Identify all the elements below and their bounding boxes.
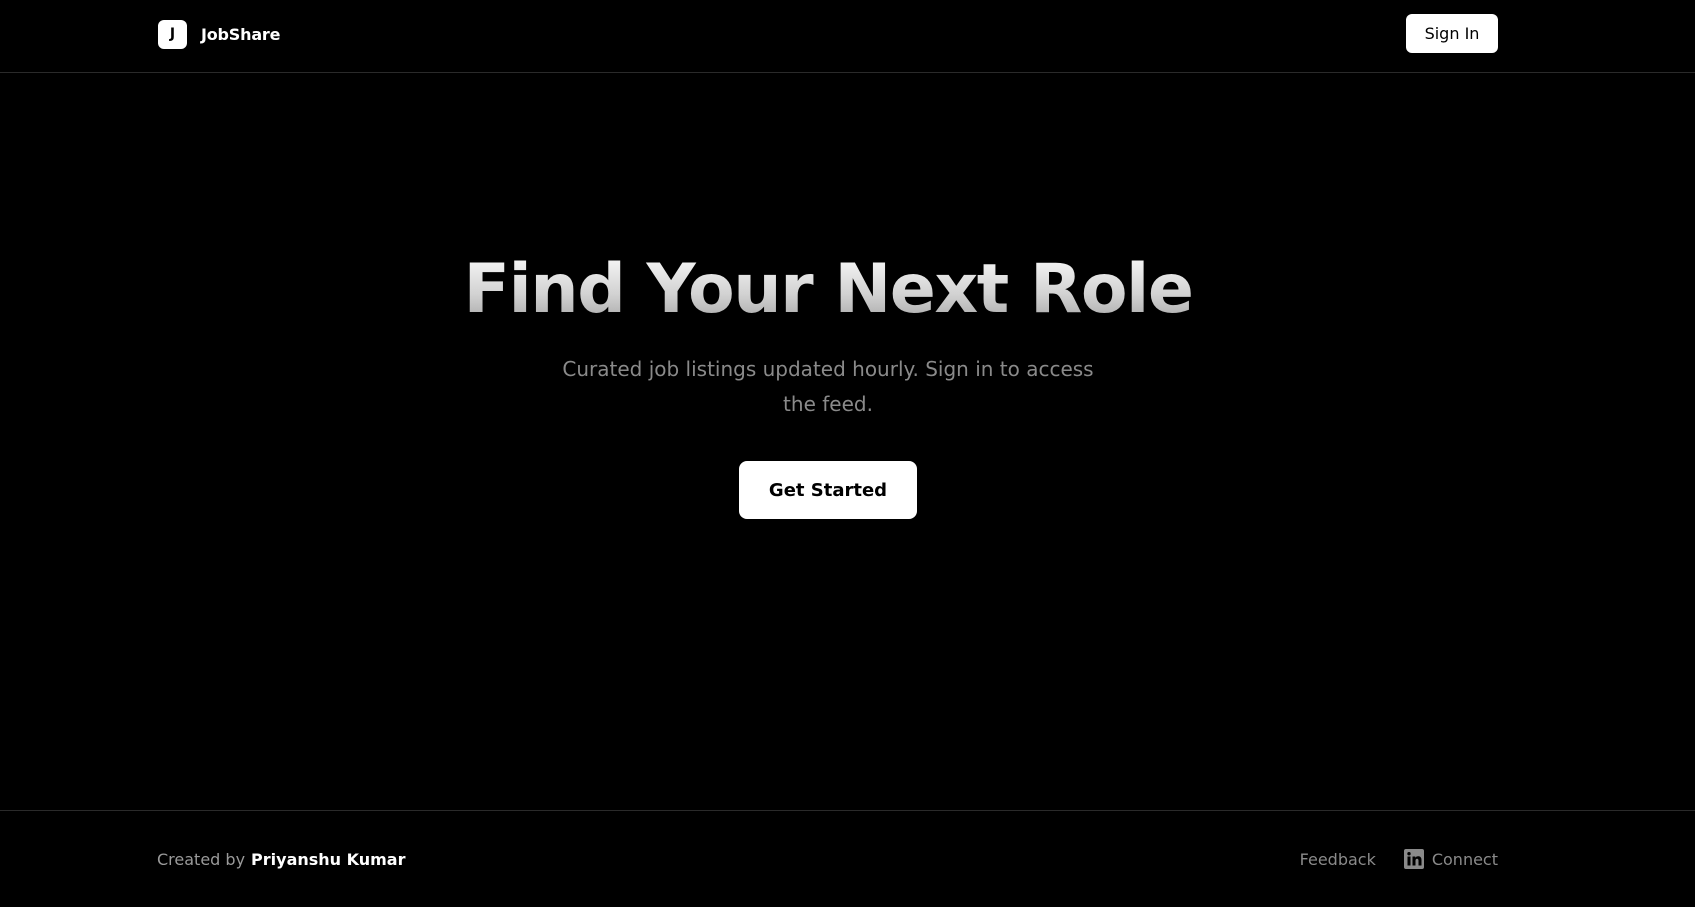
connect-label: Connect [1431,849,1498,869]
sign-in-button[interactable]: Sign In [1406,14,1498,53]
hero-subtitle: Curated job listings updated hourly. Sig… [562,357,1094,416]
credit-author-name: Priyanshu Kumar [251,849,406,869]
feedback-label: Feedback [1299,849,1376,869]
footer-credit: Created by Priyanshu Kumar [157,811,406,907]
footer-links: Feedback Connect [1300,811,1498,907]
feedback-link[interactable]: Feedback [1300,850,1376,869]
linkedin-icon [1403,849,1424,869]
connect-link[interactable]: Connect [1403,849,1498,869]
brand-logo-link[interactable]: J JobShare [158,19,280,49]
top-navbar: J JobShare Sign In [0,0,1695,73]
logo-icon: J [158,19,187,49]
brand-name: JobShare [201,24,281,44]
page-footer: Created by Priyanshu Kumar Feedback Conn… [0,810,1695,907]
hero-title: Find Your Next Role [0,248,1656,332]
credit-prefix: Created by [157,849,246,869]
get-started-button[interactable]: Get Started [739,461,917,519]
